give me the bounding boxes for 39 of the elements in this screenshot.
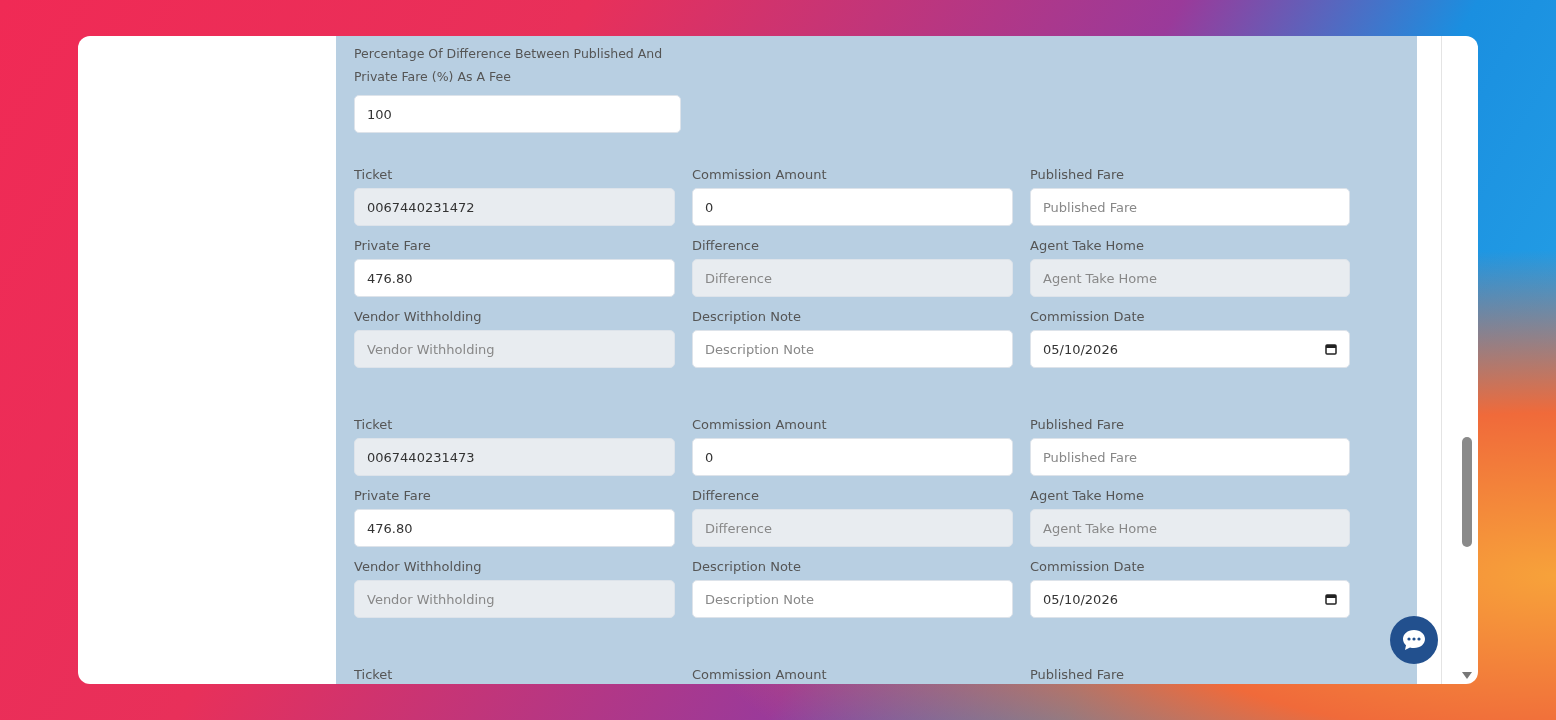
input-field[interactable]: Description Note: [692, 330, 1013, 368]
input-field[interactable]: Published Fare: [1030, 438, 1350, 476]
field-label: Description Note: [692, 558, 802, 576]
field-label: Commission Amount: [692, 666, 828, 684]
input-field[interactable]: Description Note: [692, 580, 1013, 618]
field-label: Agent Take Home: [1030, 487, 1145, 505]
field-label: Ticket: [354, 166, 394, 184]
chat-bubble-icon: [1401, 628, 1427, 652]
field-label: Percentage Of Difference Between Published And Private Fare (%) As A Fee: [354, 45, 664, 86]
input-field[interactable]: 0: [692, 438, 1013, 476]
field-label: Commission Date: [1030, 558, 1146, 576]
fee-percentage-field[interactable]: 100: [354, 95, 681, 133]
input-field[interactable]: 476.80: [354, 509, 675, 547]
field-label: Difference: [692, 487, 761, 505]
field-label: Ticket: [354, 666, 394, 684]
input-field[interactable]: 476.80: [354, 259, 675, 297]
field-label: Published Fare: [1030, 416, 1126, 434]
field-label: Description Note: [692, 308, 802, 326]
field-label: Vendor Withholding: [354, 308, 483, 326]
date-field[interactable]: 05/10/2026: [1030, 330, 1350, 368]
date-field[interactable]: 05/10/2026: [1030, 580, 1350, 618]
calendar-icon[interactable]: [1325, 343, 1337, 355]
field-label: Published Fare: [1030, 166, 1126, 184]
field-label: Private Fare: [354, 237, 432, 255]
field-label: Commission Amount: [692, 416, 828, 434]
field-label: Difference: [692, 237, 761, 255]
field-label: Published Fare: [1030, 666, 1126, 684]
field-label: Vendor Withholding: [354, 558, 483, 576]
field-label: Ticket: [354, 416, 394, 434]
chat-button[interactable]: [1390, 616, 1438, 664]
scrollbar-thumb[interactable]: [1462, 437, 1472, 547]
input-field[interactable]: 0: [692, 188, 1013, 226]
input-field[interactable]: Published Fare: [1030, 188, 1350, 226]
field-label: Commission Date: [1030, 308, 1146, 326]
field-label: Commission Amount: [692, 166, 828, 184]
calendar-icon[interactable]: [1325, 593, 1337, 605]
field-label: Agent Take Home: [1030, 237, 1145, 255]
scroll-down-arrow-icon[interactable]: [1462, 672, 1472, 679]
field-label: Private Fare: [354, 487, 432, 505]
